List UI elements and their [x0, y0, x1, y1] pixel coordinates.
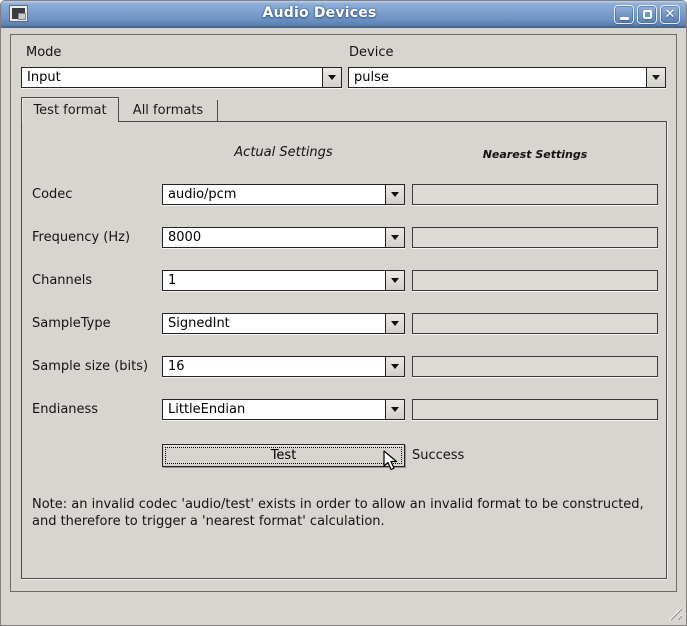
maximize-icon [643, 10, 652, 19]
codec-label: Codec [32, 187, 72, 202]
close-button[interactable]: ✕ [660, 5, 680, 24]
sampletype-combobox-value: SignedInt [163, 314, 385, 333]
maximize-button[interactable] [637, 5, 657, 24]
test-format-panel: Actual Settings Nearest Settings Codec a… [21, 121, 667, 579]
frequency-label: Frequency (Hz) [32, 230, 130, 245]
actual-settings-header: Actual Settings [162, 145, 405, 160]
status-text: Success [412, 448, 464, 463]
chevron-down-icon[interactable] [385, 271, 404, 290]
note-line-2: and therefore to trigger a 'nearest form… [32, 513, 654, 530]
device-combobox-value: pulse [349, 68, 646, 87]
device-label: Device [349, 45, 393, 60]
samplesize-combobox[interactable]: 16 [162, 356, 405, 377]
endianess-combobox-value: LittleEndian [163, 400, 385, 419]
window-menu-icon[interactable] [10, 6, 27, 21]
sampletype-nearest-field [412, 313, 658, 334]
mode-combobox-value: Input [22, 68, 322, 87]
chevron-down-icon[interactable] [646, 68, 665, 87]
endianess-label: Endianess [32, 402, 98, 417]
window-title: Audio Devices [31, 5, 608, 21]
titlebar[interactable]: Audio Devices ✕ [1, 1, 686, 28]
channels-combobox[interactable]: 1 [162, 270, 405, 291]
chevron-down-icon[interactable] [385, 314, 404, 333]
tab-all-formats[interactable]: All formats [119, 100, 218, 121]
chevron-down-icon[interactable] [385, 185, 404, 204]
endianess-nearest-field [412, 399, 658, 420]
mode-combobox[interactable]: Input [21, 67, 342, 88]
samplesize-label: Sample size (bits) [32, 359, 148, 374]
codec-nearest-field [412, 184, 658, 205]
chevron-down-icon[interactable] [322, 68, 341, 87]
device-combobox[interactable]: pulse [348, 67, 666, 88]
sampletype-label: SampleType [32, 316, 111, 331]
chevron-down-icon[interactable] [385, 400, 404, 419]
frequency-combobox-value: 8000 [163, 228, 385, 247]
tab-test-format[interactable]: Test format [21, 97, 119, 122]
samplesize-combobox-value: 16 [163, 357, 385, 376]
channels-label: Channels [32, 273, 92, 288]
test-button[interactable]: Test [162, 444, 405, 467]
frequency-combobox[interactable]: 8000 [162, 227, 405, 248]
channels-combobox-value: 1 [163, 271, 385, 290]
window-controls: ✕ [614, 5, 680, 24]
frequency-nearest-field [412, 227, 658, 248]
chevron-down-icon[interactable] [385, 357, 404, 376]
minimize-icon [620, 17, 629, 20]
close-icon: ✕ [665, 8, 676, 21]
chevron-down-icon[interactable] [385, 228, 404, 247]
sampletype-combobox[interactable]: SignedInt [162, 313, 405, 334]
audio-devices-window: Audio Devices ✕ Mode Input Device pulse … [0, 0, 687, 626]
endianess-combobox[interactable]: LittleEndian [162, 399, 405, 420]
nearest-settings-header: Nearest Settings [412, 148, 658, 161]
samplesize-nearest-field [412, 356, 658, 377]
minimize-button[interactable] [614, 5, 634, 24]
resize-grip-icon[interactable] [667, 605, 682, 620]
note-line-1: Note: an invalid codec 'audio/test' exis… [32, 496, 654, 513]
mode-label: Mode [26, 45, 61, 60]
codec-combobox-value: audio/pcm [163, 185, 385, 204]
codec-combobox[interactable]: audio/pcm [162, 184, 405, 205]
note-text: Note: an invalid codec 'audio/test' exis… [32, 496, 654, 530]
channels-nearest-field [412, 270, 658, 291]
